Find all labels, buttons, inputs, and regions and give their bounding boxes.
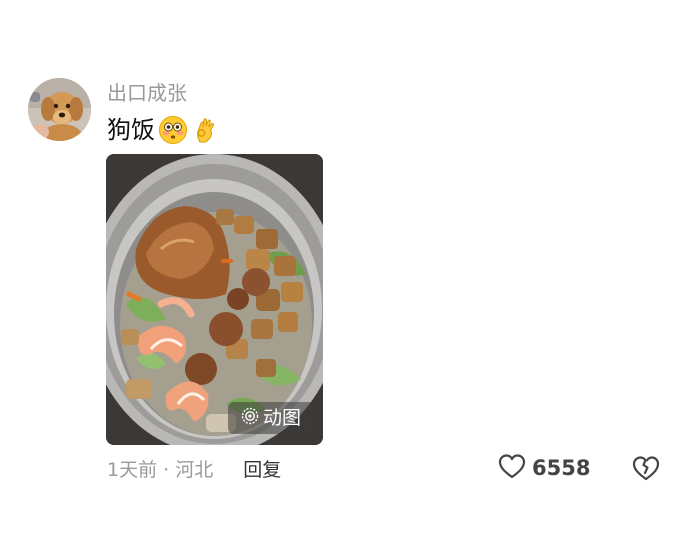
comment-body: 狗饭 bbox=[107, 116, 155, 144]
comment-item: 出口成张 狗饭 动图 1天前 · 河北 回复 6558 bbox=[0, 0, 690, 550]
flushed-face-emoji bbox=[158, 115, 188, 145]
live-photo-icon bbox=[241, 407, 259, 429]
ok-hand-emoji bbox=[191, 115, 221, 145]
avatar[interactable] bbox=[28, 78, 91, 141]
gif-badge[interactable]: 动图 bbox=[228, 402, 314, 434]
time-location: 1天前 · 河北 bbox=[107, 458, 214, 481]
like-count: 6558 bbox=[532, 456, 591, 480]
gif-badge-label: 动图 bbox=[262, 407, 301, 429]
like-button[interactable]: 6558 bbox=[498, 453, 590, 483]
comment-text: 狗饭 bbox=[107, 114, 221, 146]
avatar-image bbox=[28, 78, 91, 141]
comment-meta: 1天前 · 河北 回复 bbox=[107, 454, 281, 482]
dislike-button[interactable] bbox=[632, 454, 660, 482]
broken-heart-icon bbox=[632, 456, 660, 481]
reply-button[interactable]: 回复 bbox=[243, 455, 281, 482]
heart-outline-icon bbox=[498, 453, 526, 483]
username[interactable]: 出口成张 bbox=[107, 80, 187, 106]
